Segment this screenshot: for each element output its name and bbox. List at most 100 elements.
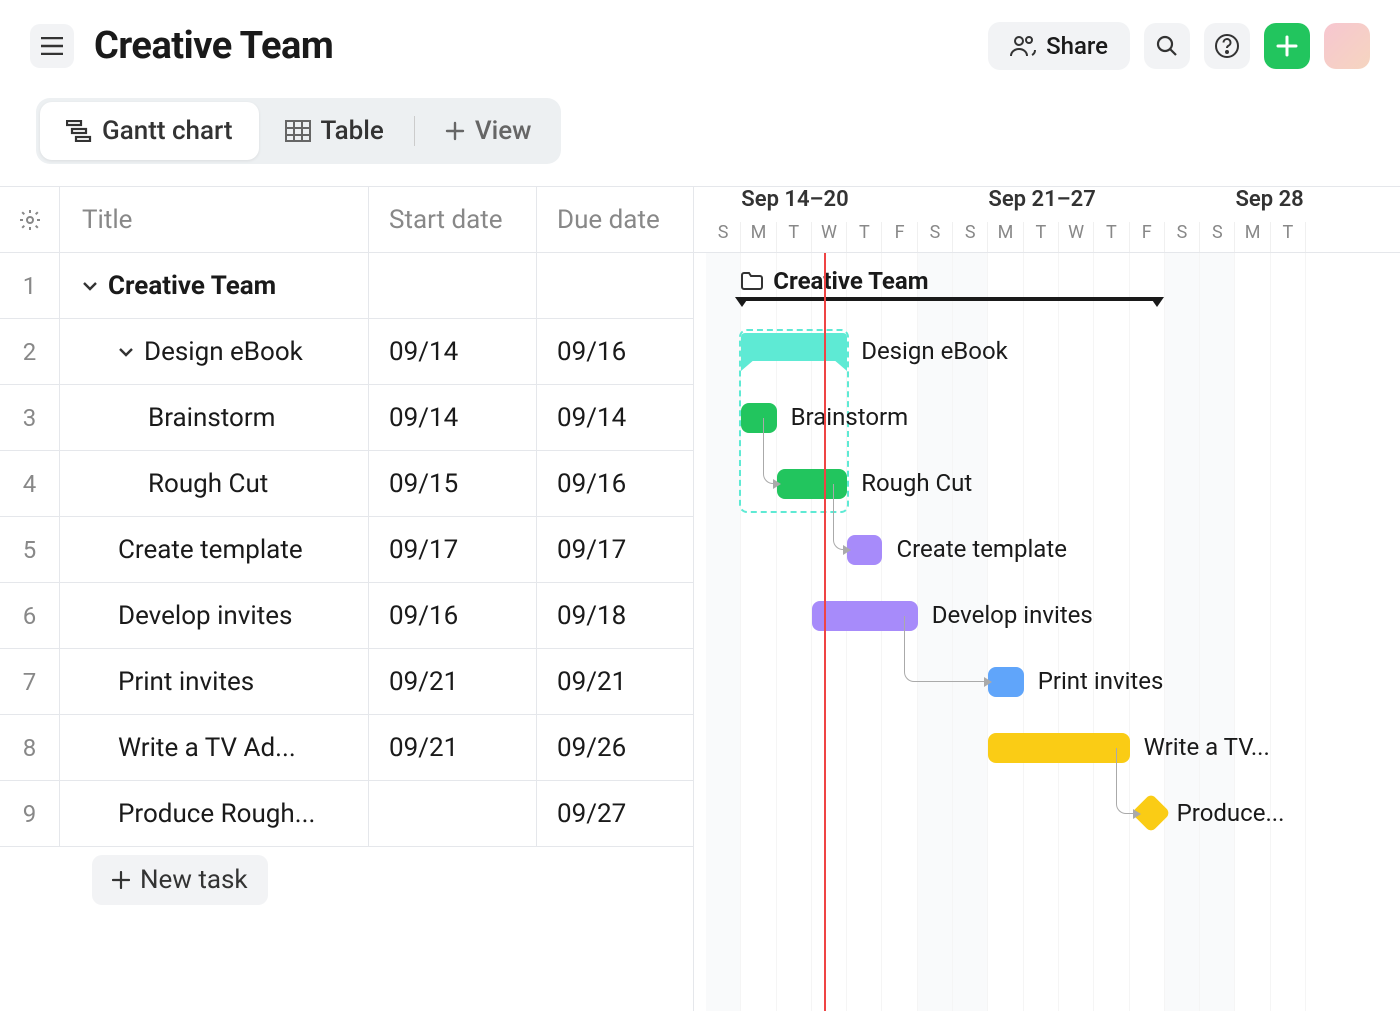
task-title-cell[interactable]: Produce Rough... bbox=[60, 781, 369, 846]
task-title-cell[interactable]: Rough Cut bbox=[60, 451, 369, 516]
start-date-cell[interactable]: 09/21 bbox=[369, 649, 537, 714]
day-header-cell: M bbox=[741, 222, 776, 252]
dependency-line bbox=[833, 484, 847, 550]
start-date-cell[interactable]: 09/17 bbox=[369, 517, 537, 582]
row-number: 1 bbox=[0, 253, 60, 318]
tab-gantt-label: Gantt chart bbox=[102, 116, 233, 146]
due-date-cell[interactable]: 09/14 bbox=[537, 385, 693, 450]
gantt-group-label[interactable]: Creative Team bbox=[741, 267, 928, 295]
due-date-cell[interactable]: 09/21 bbox=[537, 649, 693, 714]
gantt-group-bracket[interactable] bbox=[741, 297, 1158, 301]
search-button[interactable] bbox=[1144, 23, 1190, 69]
week-label: Sep 28 bbox=[1236, 187, 1304, 212]
due-date-cell[interactable]: 09/26 bbox=[537, 715, 693, 780]
add-view-button[interactable]: View bbox=[419, 102, 558, 160]
task-title-cell[interactable]: Creative Team bbox=[60, 253, 369, 318]
row-number: 9 bbox=[0, 781, 60, 846]
table-row[interactable]: 7Print invites09/2109/21 bbox=[0, 649, 693, 715]
dependency-line bbox=[904, 616, 989, 682]
hamburger-menu-button[interactable] bbox=[30, 24, 74, 68]
day-header-cell: S bbox=[706, 222, 741, 252]
column-header-due-date[interactable]: Due date bbox=[537, 187, 693, 252]
row-number: 3 bbox=[0, 385, 60, 450]
gantt-bar[interactable] bbox=[847, 535, 882, 565]
table-row[interactable]: 8Write a TV Ad...09/2109/26 bbox=[0, 715, 693, 781]
search-icon bbox=[1155, 34, 1179, 58]
table-row[interactable]: 4Rough Cut09/1509/16 bbox=[0, 451, 693, 517]
gantt-summary-bar[interactable] bbox=[741, 333, 847, 361]
day-header-cell: S bbox=[953, 222, 988, 252]
table-row[interactable]: 6Develop invites09/1609/18 bbox=[0, 583, 693, 649]
due-date-cell[interactable] bbox=[537, 253, 693, 318]
dependency-arrow-icon bbox=[984, 677, 992, 687]
page-title[interactable]: Creative Team bbox=[94, 24, 968, 68]
gantt-bar[interactable] bbox=[988, 733, 1129, 763]
plus-icon bbox=[1276, 35, 1298, 57]
timeline-header: Sep 14–20Sep 21–27Sep 28 SMTWTFSSMTWTFSS… bbox=[694, 187, 1400, 253]
gantt-bar-label: Brainstorm bbox=[791, 403, 909, 431]
task-title: Produce Rough... bbox=[118, 799, 315, 829]
tab-table[interactable]: Table bbox=[259, 102, 410, 160]
task-title-cell[interactable]: Design eBook bbox=[60, 319, 369, 384]
gantt-bar[interactable] bbox=[988, 667, 1023, 697]
due-date-cell[interactable]: 09/27 bbox=[537, 781, 693, 846]
new-task-button[interactable]: New task bbox=[92, 855, 268, 905]
gantt-bar-label: Write a TV... bbox=[1144, 733, 1270, 761]
tab-table-label: Table bbox=[321, 116, 384, 146]
start-date-cell[interactable]: 09/14 bbox=[369, 319, 537, 384]
day-header-cell: T bbox=[1094, 222, 1129, 252]
gantt-bar-label: Rough Cut bbox=[861, 469, 972, 497]
share-button[interactable]: Share bbox=[988, 22, 1130, 70]
table-row[interactable]: 9 Produce Rough... 09/27 bbox=[0, 781, 693, 847]
day-header-cell: S bbox=[918, 222, 953, 252]
day-header-cell: T bbox=[1271, 222, 1306, 252]
add-button[interactable] bbox=[1264, 23, 1310, 69]
start-date-cell[interactable] bbox=[369, 253, 537, 318]
table-row[interactable]: 5Create template09/1709/17 bbox=[0, 517, 693, 583]
start-date-cell[interactable]: 09/14 bbox=[369, 385, 537, 450]
today-line bbox=[824, 253, 826, 1011]
due-date-cell[interactable]: 09/18 bbox=[537, 583, 693, 648]
table-settings-button[interactable] bbox=[0, 187, 60, 252]
gantt-bar-label: Print invites bbox=[1038, 667, 1164, 695]
day-header-cell: S bbox=[1165, 222, 1200, 252]
task-title-cell[interactable]: Print invites bbox=[60, 649, 369, 714]
start-date-cell[interactable]: 09/15 bbox=[369, 451, 537, 516]
chevron-down-icon[interactable] bbox=[118, 346, 134, 358]
row-number: 6 bbox=[0, 583, 60, 648]
table-row[interactable]: 3 Brainstorm 09/1409/14 bbox=[0, 385, 693, 451]
chevron-down-icon[interactable] bbox=[82, 280, 98, 292]
column-header-start-date[interactable]: Start date bbox=[369, 187, 537, 252]
plus-icon bbox=[112, 871, 130, 889]
task-title-cell[interactable]: Brainstorm bbox=[60, 385, 369, 450]
day-header-cell: F bbox=[882, 222, 917, 252]
task-title: Write a TV Ad... bbox=[118, 733, 296, 763]
gantt-icon bbox=[66, 120, 92, 142]
due-date-cell[interactable]: 09/16 bbox=[537, 451, 693, 516]
task-title-cell[interactable]: Create template bbox=[60, 517, 369, 582]
day-header-cell: T bbox=[847, 222, 882, 252]
gantt-bar[interactable] bbox=[812, 601, 918, 631]
due-date-cell[interactable]: 09/16 bbox=[537, 319, 693, 384]
help-button[interactable] bbox=[1204, 23, 1250, 69]
task-title: Creative Team bbox=[108, 271, 276, 301]
user-avatar[interactable] bbox=[1324, 23, 1370, 69]
tab-gantt-chart[interactable]: Gantt chart bbox=[40, 102, 259, 160]
due-date-cell[interactable]: 09/17 bbox=[537, 517, 693, 582]
day-header-cell: M bbox=[988, 222, 1023, 252]
task-title-cell[interactable]: Write a TV Ad... bbox=[60, 715, 369, 780]
table-row[interactable]: 2Design eBook09/1409/16 bbox=[0, 319, 693, 385]
start-date-cell[interactable]: 09/16 bbox=[369, 583, 537, 648]
task-title-cell[interactable]: Develop invites bbox=[60, 583, 369, 648]
gantt-bar-label: Design eBook bbox=[861, 337, 1008, 365]
task-title: Brainstorm bbox=[148, 403, 275, 433]
dependency-arrow-icon bbox=[773, 479, 781, 489]
day-header-cell: S bbox=[1200, 222, 1235, 252]
dependency-line bbox=[763, 418, 777, 484]
day-header-cell: W bbox=[812, 222, 847, 252]
start-date-cell[interactable] bbox=[369, 781, 537, 846]
table-row[interactable]: 1 Creative Team bbox=[0, 253, 693, 319]
gantt-bar-label: Produce... bbox=[1177, 799, 1285, 827]
start-date-cell[interactable]: 09/21 bbox=[369, 715, 537, 780]
column-header-title[interactable]: Title bbox=[60, 187, 369, 252]
